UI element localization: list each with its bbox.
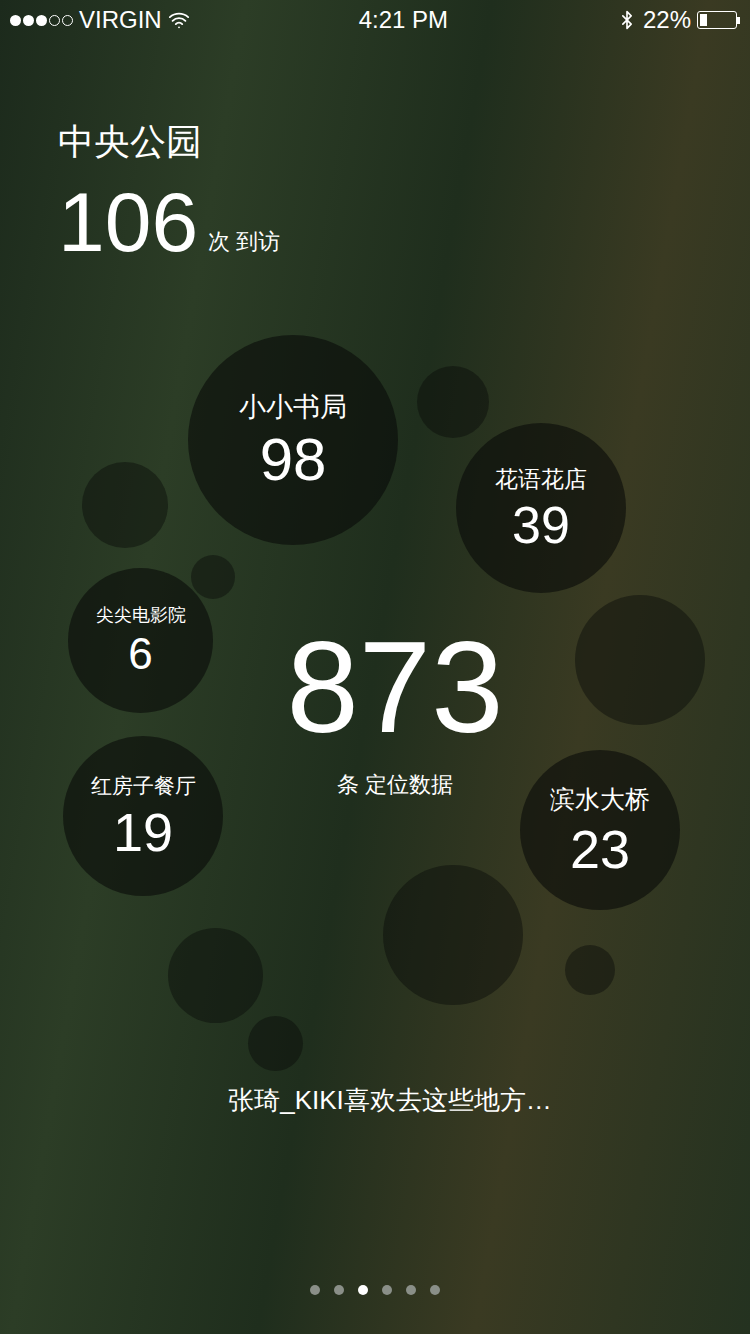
total-count: 873 xyxy=(287,622,504,752)
empty-bubble xyxy=(565,945,615,995)
place-bubble-name: 尖尖电影院 xyxy=(96,602,186,629)
empty-bubble xyxy=(82,462,168,548)
total-unit: 条 定位数据 xyxy=(337,768,453,801)
status-bar: VIRGIN 4:21 PM 22% xyxy=(0,0,750,40)
empty-bubble xyxy=(575,595,705,725)
visit-count: 106 xyxy=(58,180,198,264)
signal-icon xyxy=(10,15,73,26)
place-bubble-name: 滨水大桥 xyxy=(550,781,650,819)
empty-bubble xyxy=(168,928,263,1023)
screen: VIRGIN 4:21 PM 22% 中央公园 106 次 到访小小书局98 花语花店39 尖… xyxy=(0,0,750,1334)
visit-unit: 次 到访 xyxy=(208,225,280,258)
pager-dot[interactable] xyxy=(334,1285,344,1295)
place-bubble[interactable]: 花语花店39 xyxy=(456,423,626,593)
place-bubble-count: 19 xyxy=(113,802,173,862)
place-bubble-name: 红房子餐厅 xyxy=(91,770,196,802)
place-bubble-name: 小小书局 xyxy=(239,387,347,428)
place-bubble[interactable]: 尖尖电影院6 xyxy=(68,568,213,713)
empty-bubble xyxy=(417,366,489,438)
place-bubble-name: 花语花店 xyxy=(495,462,587,497)
wifi-icon xyxy=(168,9,190,31)
pager-dot[interactable] xyxy=(310,1285,320,1295)
place-bubble-count: 98 xyxy=(260,427,327,493)
pager xyxy=(0,1285,750,1295)
total: 873 条 定位数据 xyxy=(235,622,555,801)
empty-bubble xyxy=(248,1016,303,1071)
bubble-canvas: 小小书局98花语花店39尖尖电影院6红房子餐厅19滨水大桥23873条 定位数据 xyxy=(0,270,750,1080)
place-bubble-count: 6 xyxy=(128,629,152,679)
place-bubble[interactable]: 滨水大桥23 xyxy=(520,750,680,910)
time: 4:21 PM xyxy=(359,2,448,38)
place-bubble-count: 39 xyxy=(512,496,570,554)
bluetooth-icon xyxy=(617,10,637,30)
pager-dot[interactable] xyxy=(430,1285,440,1295)
pager-dot[interactable] xyxy=(358,1285,368,1295)
place-bubble[interactable]: 红房子餐厅19 xyxy=(63,736,223,896)
battery-icon xyxy=(697,11,740,29)
empty-bubble xyxy=(191,555,235,599)
pager-dot[interactable] xyxy=(382,1285,392,1295)
carrier: VIRGIN xyxy=(79,2,162,38)
header: 中央公园 106 次 到访 xyxy=(0,40,750,270)
place-bubble[interactable]: 小小书局98 xyxy=(188,335,398,545)
battery-text: 22% xyxy=(643,2,691,38)
place-name: 中央公园 xyxy=(58,120,692,164)
pager-dot[interactable] xyxy=(406,1285,416,1295)
caption: 张琦_KIKI喜欢去这些地方… xyxy=(0,1080,750,1120)
empty-bubble xyxy=(383,865,523,1005)
place-bubble-count: 23 xyxy=(570,819,630,879)
